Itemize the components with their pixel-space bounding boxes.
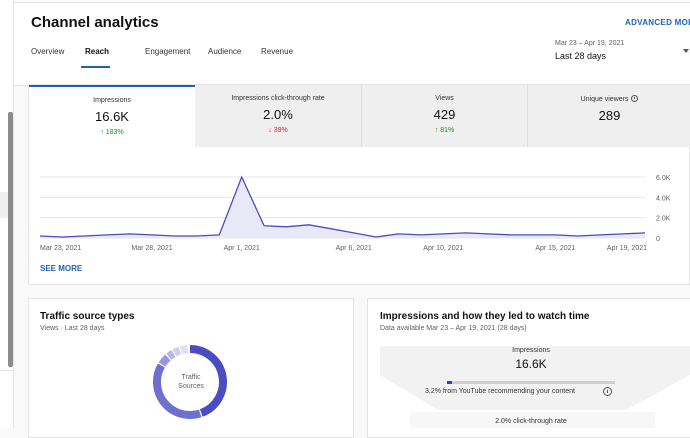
traffic-source-title: Traffic source types (40, 311, 135, 322)
funnel-impressions: Impressions 16.6K (445, 347, 617, 371)
y-tick-label: 4.0K (656, 195, 671, 202)
x-tick-label: Apr 1, 2021 (224, 245, 260, 252)
funnel-ctr-label: 2.0% click-through rate (495, 418, 567, 425)
x-tick-label: Apr 19, 2021 (607, 245, 647, 252)
sidebar-divider (0, 370, 14, 371)
impressions-chart: 6.0K 4.0K 2.0K 0 Mar 23, 2021 Mar 28, 2021 Apr… (39, 175, 671, 252)
see-more-link[interactable]: SEE MORE (40, 264, 82, 273)
traffic-source-subtitle: Views · Last 28 days (40, 325, 105, 332)
donut-center-label: Traffic Sources (174, 373, 208, 391)
x-tick-label: Apr 15, 2021 (535, 245, 575, 252)
x-tick-label: Mar 28, 2021 (131, 245, 172, 252)
funnel-impressions-label: Impressions (512, 347, 550, 354)
funnel-subtitle: Data available Mar 23 – Apr 19, 2021 (28… (380, 325, 527, 332)
chart-area (40, 177, 645, 238)
y-tick-label: 0 (656, 236, 660, 243)
chart-line (39, 175, 646, 238)
donut-label-line-2: Sources (178, 383, 204, 390)
x-tick-label: Apr 10, 2021 (423, 245, 463, 252)
y-tick-label: 6.0K (656, 175, 671, 182)
info-icon[interactable] (603, 387, 612, 396)
x-tick-label: Apr 6, 2021 (336, 245, 372, 252)
youtube-share-note: 3.2% from YouTube recommending your cont… (425, 388, 575, 395)
youtube-share-bar (447, 381, 615, 384)
donut-label-line-1: Traffic (181, 374, 201, 381)
funnel-impressions-value: 16.6K (515, 357, 547, 371)
youtube-share-bar-fill (447, 381, 453, 384)
y-tick-label: 2.0K (656, 216, 671, 223)
funnel-title: Impressions and how they led to watch ti… (380, 311, 590, 322)
x-tick-label: Mar 23, 2021 (40, 245, 81, 252)
